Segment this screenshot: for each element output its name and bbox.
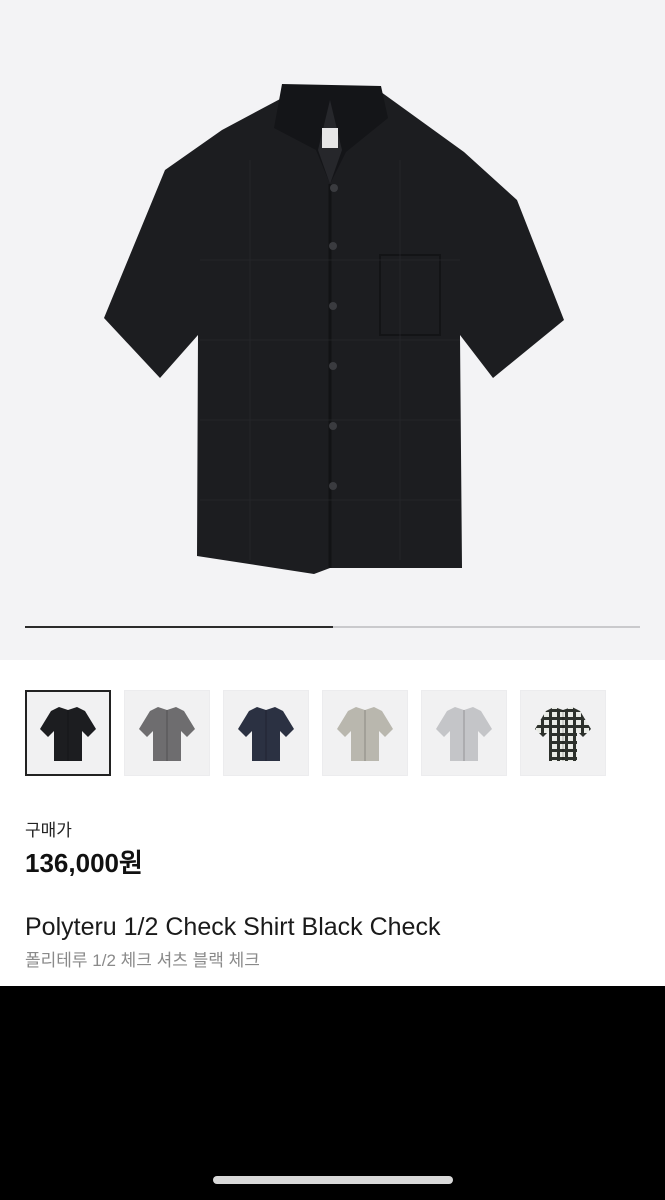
color-option-navy[interactable] [223, 690, 309, 776]
color-option-gray[interactable] [124, 690, 210, 776]
product-image-gallery[interactable] [0, 0, 665, 660]
color-option-light-gray[interactable] [421, 690, 507, 776]
color-option-black-check[interactable] [25, 690, 111, 776]
price: 136,000원 [25, 848, 143, 878]
gallery-progress-bar [25, 626, 640, 628]
shirt-thumbnail-icon [40, 707, 96, 761]
shirt-thumbnail-icon [139, 707, 195, 761]
product-main-image [104, 84, 564, 574]
price-label: 구매가 [25, 821, 72, 840]
shirt-thumbnail-icon [238, 707, 294, 761]
home-indicator[interactable] [213, 1176, 453, 1184]
gallery-progress-fill [25, 626, 333, 628]
color-options [25, 690, 640, 778]
color-option-beige[interactable] [322, 690, 408, 776]
bottom-area [0, 986, 665, 1200]
product-subtitle: 폴리테루 1/2 체크 셔츠 블랙 체크 [25, 951, 260, 970]
shirt-thumbnail-icon [436, 707, 492, 761]
shirt-thumbnail-icon [337, 707, 393, 761]
color-option-check[interactable] [520, 690, 606, 776]
product-title: Polyteru 1/2 Check Shirt Black Check [25, 913, 441, 941]
shirt-thumbnail-icon [535, 707, 591, 761]
